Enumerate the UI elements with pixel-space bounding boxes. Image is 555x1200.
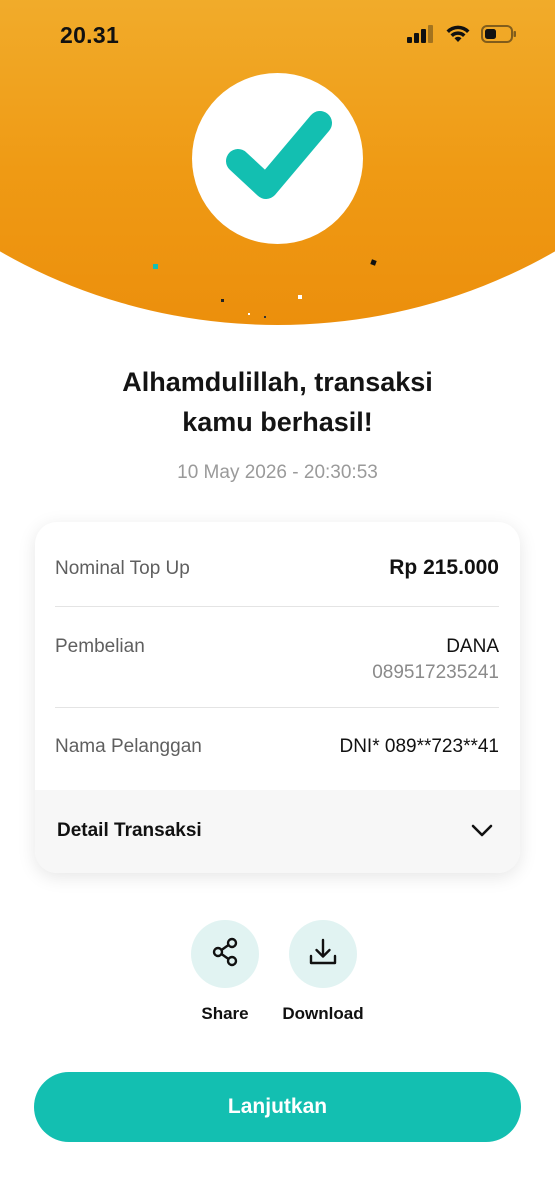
pembelian-label: Pembelian xyxy=(55,636,145,657)
share-action[interactable]: Share xyxy=(170,920,280,1024)
share-button[interactable] xyxy=(191,920,259,988)
share-label: Share xyxy=(201,1004,249,1023)
detail-transaksi-label: Detail Transaksi xyxy=(57,820,202,841)
pembelian-row: Pembelian DANA 089517235241 xyxy=(55,634,499,694)
download-button[interactable] xyxy=(289,920,357,988)
status-icons xyxy=(407,24,517,48)
confetti-dot xyxy=(298,295,302,299)
nama-pelanggan-label: Nama Pelanggan xyxy=(55,736,202,757)
confetti-dot xyxy=(153,264,158,269)
confetti-dot xyxy=(248,313,250,315)
success-title-line1: Alhamdulillah, transaksi xyxy=(122,367,433,397)
success-badge xyxy=(192,73,363,244)
confetti-dot xyxy=(264,316,266,318)
nominal-value: Rp 215.000 xyxy=(389,556,499,579)
pembelian-number: 089517235241 xyxy=(372,662,499,683)
download-label: Download xyxy=(282,1004,364,1023)
divider xyxy=(55,707,499,708)
nominal-label: Nominal Top Up xyxy=(55,558,190,579)
signal-icon xyxy=(407,24,435,48)
nama-pelanggan-row: Nama Pelanggan DNI* 089**723**41 xyxy=(55,734,499,764)
continue-button[interactable]: Lanjutkan xyxy=(34,1072,521,1142)
detail-transaksi-toggle[interactable]: Detail Transaksi xyxy=(35,790,520,873)
checkmark-icon xyxy=(218,101,338,216)
transaction-success-screen: 20.31 Alhamdulillah, transaksi kamu berh… xyxy=(0,0,555,1200)
share-icon xyxy=(209,936,241,973)
success-title: Alhamdulillah, transaksi kamu berhasil! xyxy=(0,362,555,442)
success-title-line2: kamu berhasil! xyxy=(182,407,373,437)
confetti-dot xyxy=(221,299,224,302)
chevron-down-icon xyxy=(470,818,494,842)
battery-icon xyxy=(481,24,517,48)
transaction-summary-card: Nominal Top Up Rp 215.000 Pembelian DANA… xyxy=(35,522,520,873)
divider xyxy=(55,606,499,607)
download-icon xyxy=(307,936,339,973)
nama-pelanggan-value: DNI* 089**723**41 xyxy=(339,736,499,757)
status-time: 20.31 xyxy=(60,22,120,48)
status-bar: 20.31 xyxy=(0,0,555,72)
wifi-icon xyxy=(445,24,471,48)
pembelian-value: DANA xyxy=(446,636,499,657)
download-action[interactable]: Download xyxy=(268,920,378,1024)
nominal-row: Nominal Top Up Rp 215.000 xyxy=(55,556,499,586)
transaction-datetime: 10 May 2026 - 20:30:53 xyxy=(177,462,378,483)
